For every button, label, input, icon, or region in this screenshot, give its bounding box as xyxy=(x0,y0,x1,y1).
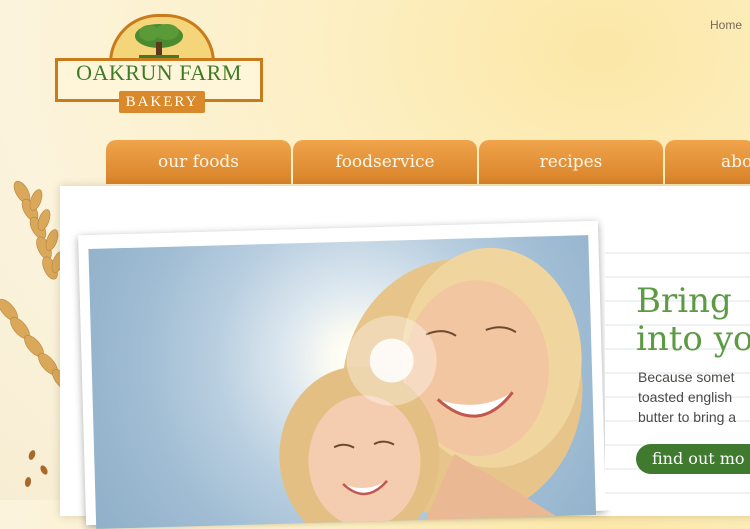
nav-tab-foodservice[interactable]: foodservice xyxy=(293,140,477,184)
hero-photo xyxy=(88,235,597,529)
hero-headline-line-1: Bring xyxy=(636,281,732,321)
main-nav: our foods foodservice recipes abo xyxy=(106,140,750,184)
hero-body-copy: Because somet toasted english butter to … xyxy=(638,367,750,427)
logo-wordmark: OAKRUN FARM xyxy=(76,60,242,85)
hero-headline: Bring into yo xyxy=(636,282,750,358)
hero-photo-frame xyxy=(78,220,606,529)
hero-headline-line-2: into yo xyxy=(636,319,750,359)
logo-subtitle: BAKERY xyxy=(119,91,205,113)
nav-tab-our-foods[interactable]: our foods xyxy=(106,140,291,184)
home-link[interactable]: Home xyxy=(710,18,742,32)
logo[interactable]: OAKRUN FARM BAKERY xyxy=(55,14,265,114)
nav-tab-about[interactable]: abo xyxy=(665,140,750,184)
hero-body-line-1: Because somet xyxy=(638,369,735,385)
oak-tree-icon xyxy=(135,24,183,58)
hero-body-line-3: butter to bring a xyxy=(638,409,737,425)
hero-body-line-2: toasted english xyxy=(638,389,733,405)
find-out-more-button[interactable]: find out mo xyxy=(636,444,750,474)
nav-tab-recipes[interactable]: recipes xyxy=(479,140,663,184)
